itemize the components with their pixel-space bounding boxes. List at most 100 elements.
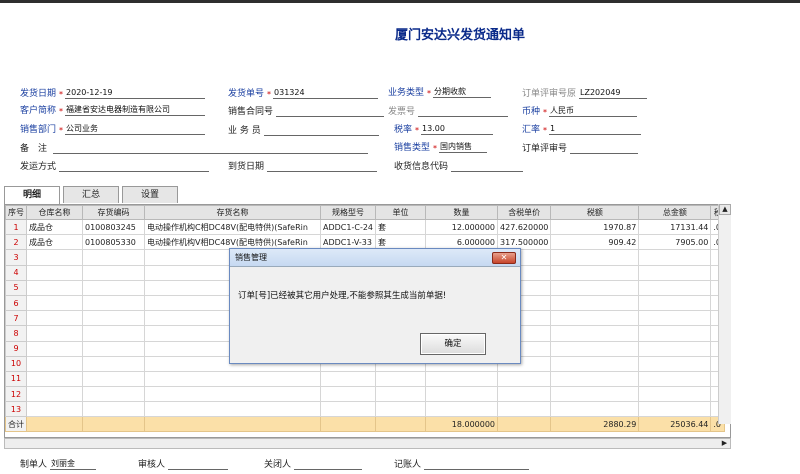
table-cell[interactable] (144, 370, 321, 388)
table-cell[interactable] (638, 370, 712, 388)
col-header[interactable]: 单位 (375, 205, 427, 220)
table-cell[interactable]: 电动操作机构C相DC48V(配电特供)(SafeRin (144, 218, 321, 236)
order-review-field[interactable]: 订单评审号 (522, 142, 639, 154)
remark-field[interactable]: 备 注 (20, 142, 369, 154)
table-cell[interactable] (638, 294, 712, 312)
table-cell[interactable] (82, 264, 145, 281)
table-cell[interactable] (82, 355, 145, 372)
salesperson-input[interactable] (263, 124, 379, 136)
table-cell[interactable] (550, 386, 640, 403)
table-cell[interactable] (26, 340, 83, 357)
scroll-right-icon[interactable]: ▶ (719, 439, 730, 448)
table-cell[interactable] (375, 386, 427, 403)
contract-no-field[interactable]: 销售合同号 (228, 105, 385, 117)
table-cell[interactable] (144, 386, 321, 403)
table-cell[interactable] (638, 355, 712, 372)
table-cell[interactable]: 0100803245 (82, 218, 145, 236)
receiver-code-field[interactable]: 收货信息代码 (394, 160, 524, 172)
col-header[interactable]: 存货编码 (82, 205, 145, 220)
table-cell[interactable] (26, 310, 83, 327)
col-header[interactable]: 含税单价 (497, 205, 552, 220)
table-cell[interactable] (26, 325, 83, 342)
tab-settings[interactable]: 设置 (122, 186, 178, 203)
ship-date-field[interactable]: 发货日期 * 2020-12-19 (20, 87, 206, 99)
table-cell[interactable] (425, 386, 499, 403)
table-cell[interactable] (319, 370, 377, 388)
ship-no-input[interactable]: 031324 (273, 87, 379, 99)
col-header[interactable]: 税额 (550, 205, 640, 220)
exchange-rate-input[interactable]: 1 (549, 123, 642, 135)
table-cell[interactable] (638, 249, 712, 266)
sales-type-field[interactable]: 销售类型 * 国内销售 (394, 141, 488, 153)
salesperson-field[interactable]: 业 务 员 (228, 124, 379, 136)
table-cell[interactable] (144, 401, 321, 418)
table-cell[interactable] (550, 325, 640, 342)
table-row[interactable]: 11 (5, 370, 726, 388)
table-cell[interactable] (82, 386, 145, 403)
table-cell[interactable] (497, 386, 552, 403)
table-cell[interactable] (26, 401, 83, 418)
table-cell[interactable] (638, 340, 712, 357)
contract-no-input[interactable] (276, 105, 385, 117)
table-cell[interactable] (638, 401, 712, 418)
col-header[interactable]: 存货名称 (144, 205, 321, 220)
invoice-no-input[interactable] (418, 105, 509, 117)
table-cell[interactable] (82, 340, 145, 357)
table-cell[interactable] (638, 310, 712, 327)
tax-rate-field[interactable]: 税率 * 13.00 (394, 123, 494, 135)
invoice-no-field[interactable]: 发票号 (388, 105, 509, 117)
table-row[interactable]: 1 成品仓 0100803245 电动操作机构C相DC48V(配电特供)(SafeRi… (5, 218, 726, 236)
col-header[interactable]: 规格型号 (319, 205, 377, 220)
table-cell[interactable] (375, 401, 427, 418)
customer-input[interactable]: 福建省安达电器制造有限公司 (65, 104, 206, 116)
table-cell[interactable] (550, 401, 640, 418)
horizontal-scrollbar[interactable]: ▶ (4, 438, 731, 449)
table-cell[interactable] (550, 264, 640, 281)
table-cell[interactable] (82, 401, 145, 418)
table-cell[interactable] (425, 370, 499, 388)
table-cell[interactable]: 0100805330 (82, 234, 145, 251)
sales-type-select[interactable]: 国内销售 (439, 141, 488, 153)
tab-detail[interactable]: 明细 (4, 186, 60, 204)
table-cell[interactable]: 套 (375, 218, 427, 236)
table-cell[interactable]: 17131.44 (638, 218, 712, 236)
ship-no-field[interactable]: 发货单号 * 031324 (228, 87, 379, 99)
col-header[interactable]: 仓库名称 (26, 205, 83, 220)
order-review-orig-input[interactable]: LZ202049 (579, 87, 648, 99)
biz-type-field[interactable]: 业务类型 * 分期收款 (388, 86, 492, 98)
table-cell[interactable]: 427.620000 (497, 218, 552, 236)
table-cell[interactable]: 909.42 (550, 234, 640, 251)
table-cell[interactable] (497, 370, 552, 388)
table-cell[interactable] (550, 310, 640, 327)
tab-summary[interactable]: 汇总 (63, 186, 119, 203)
table-cell[interactable] (82, 279, 145, 296)
order-review-input[interactable] (570, 142, 639, 154)
table-cell[interactable] (82, 294, 145, 312)
table-cell[interactable]: ADDC1-C-24 (319, 218, 377, 236)
arrival-date-input[interactable] (267, 160, 378, 172)
table-cell[interactable] (638, 279, 712, 296)
arrival-date-field[interactable]: 到货日期 (228, 160, 378, 172)
ship-date-input[interactable]: 2020-12-19 (65, 87, 206, 99)
table-cell[interactable] (26, 370, 83, 388)
table-cell[interactable] (319, 401, 377, 418)
table-cell[interactable]: 1970.87 (550, 218, 640, 236)
table-cell[interactable] (26, 279, 83, 296)
vertical-scrollbar[interactable]: ▲ (718, 204, 731, 424)
table-cell[interactable] (425, 401, 499, 418)
table-cell[interactable]: 成品仓 (26, 218, 83, 236)
col-header[interactable]: 序号 (5, 205, 27, 220)
table-cell[interactable] (497, 401, 552, 418)
table-cell[interactable]: 成品仓 (26, 234, 83, 251)
scroll-up-icon[interactable]: ▲ (719, 204, 731, 215)
col-header[interactable]: 数量 (425, 205, 499, 220)
currency-select[interactable]: 人民币 (549, 105, 638, 117)
table-cell[interactable] (82, 310, 145, 327)
table-cell[interactable] (26, 386, 83, 403)
sales-dept-input[interactable]: 公司业务 (65, 123, 206, 135)
ship-method-input[interactable] (59, 160, 210, 172)
table-cell[interactable] (550, 370, 640, 388)
table-cell[interactable] (319, 386, 377, 403)
ship-method-field[interactable]: 发运方式 (20, 160, 210, 172)
table-cell[interactable] (638, 325, 712, 342)
